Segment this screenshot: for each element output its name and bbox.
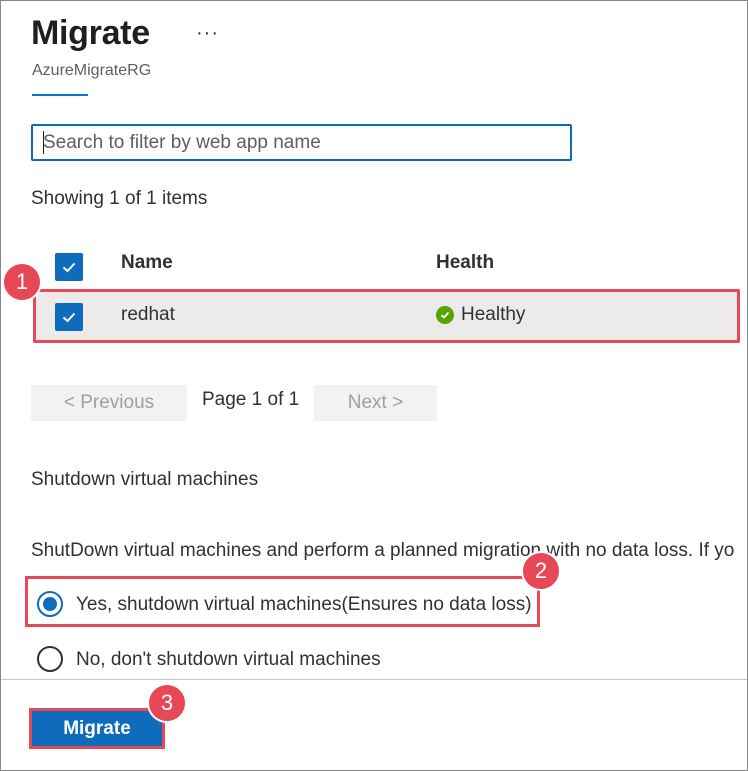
checkmark-icon — [62, 262, 76, 273]
step-badge-3: 3 — [147, 683, 187, 723]
step-badge-1: 1 — [2, 262, 42, 302]
more-options-icon[interactable]: ··· — [196, 22, 219, 45]
footer-divider — [1, 679, 747, 680]
radio-yes-label[interactable]: Yes, shutdown virtual machines(Ensures n… — [76, 594, 532, 616]
row-health-cell: Healthy — [461, 304, 526, 325]
migrate-button[interactable]: Migrate — [32, 711, 162, 746]
shutdown-heading: Shutdown virtual machines — [31, 469, 259, 490]
shutdown-description: ShutDown virtual machines and perform a … — [31, 540, 735, 561]
page-indicator: Page 1 of 1 — [202, 389, 300, 410]
check-circle-icon — [436, 306, 454, 324]
row-checkbox[interactable] — [55, 303, 83, 331]
step-badge-2: 2 — [521, 551, 561, 591]
item-count-text: Showing 1 of 1 items — [31, 188, 208, 209]
select-all-checkbox[interactable] — [55, 253, 83, 281]
previous-page-button[interactable]: < Previous — [31, 385, 187, 421]
column-header-name[interactable]: Name — [121, 252, 173, 274]
row-name-cell: redhat — [121, 304, 175, 325]
radio-yes[interactable] — [37, 591, 63, 617]
checkmark-icon — [62, 312, 76, 323]
radio-no[interactable] — [37, 646, 63, 672]
resource-group-subtitle: AzureMigrateRG — [32, 62, 152, 79]
radio-no-label[interactable]: No, don't shutdown virtual machines — [76, 649, 381, 671]
title-underline — [32, 94, 88, 96]
text-caret — [43, 131, 44, 154]
page-title: Migrate — [31, 14, 150, 52]
radio-selected-dot — [43, 597, 57, 611]
column-header-health[interactable]: Health — [436, 252, 494, 274]
next-page-button[interactable]: Next > — [314, 385, 437, 421]
search-input[interactable] — [31, 124, 572, 161]
